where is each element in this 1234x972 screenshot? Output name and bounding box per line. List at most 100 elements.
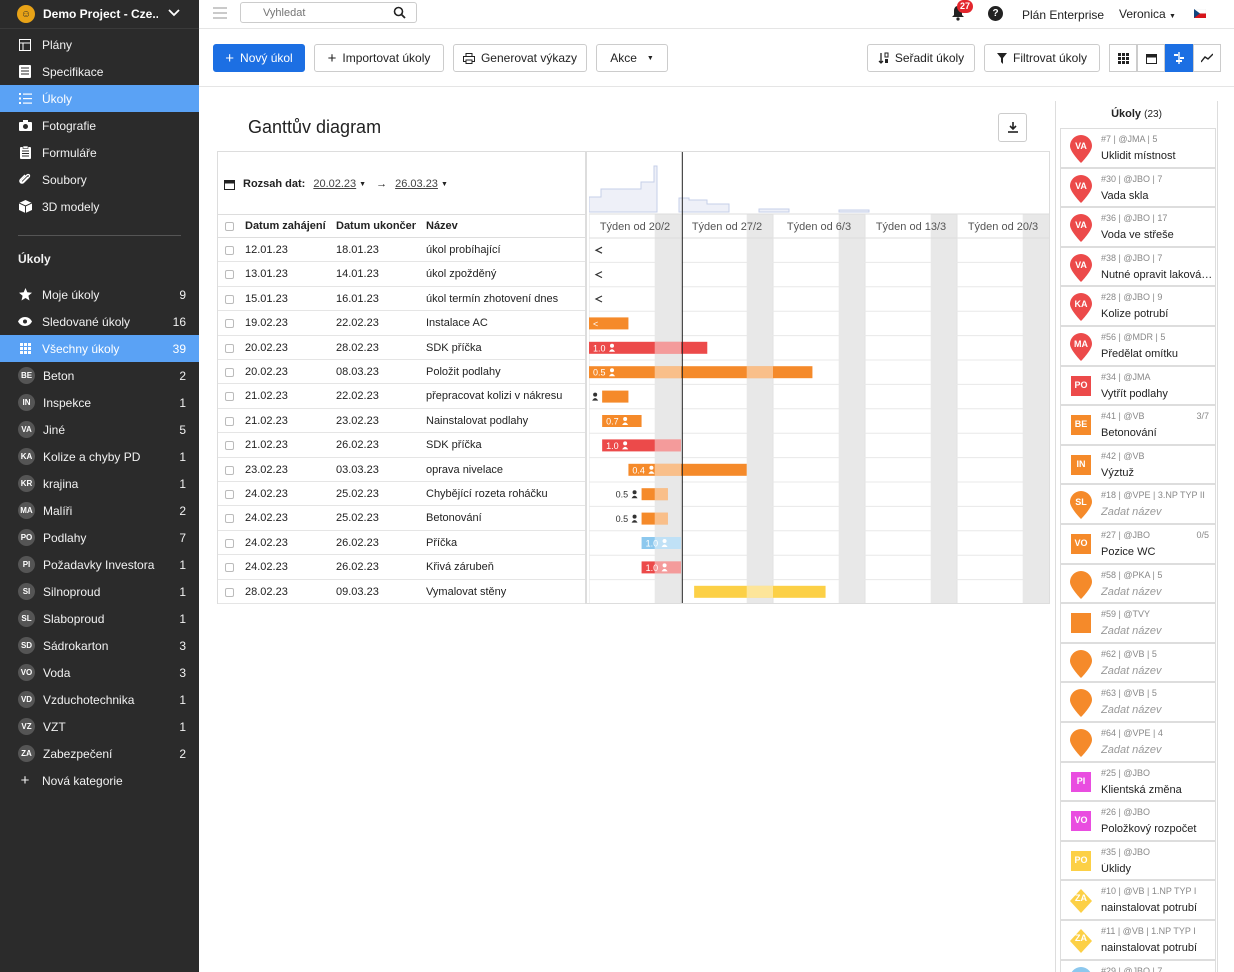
gantt-table-row[interactable]: 21.02.23 26.02.23 SDK příčka [218,433,585,458]
plan-link[interactable]: Plán Enterprise [1022,8,1104,22]
download-button[interactable] [998,113,1027,142]
row-checkbox[interactable] [225,587,234,597]
task-card[interactable]: PO #35 | @JBO Úklidy [1060,840,1216,881]
row-checkbox[interactable] [225,563,234,573]
date-range-from[interactable]: 20.02.23 [313,178,356,190]
sidebar-nav-item[interactable]: Specifikace [0,58,199,85]
header-end-date[interactable]: Datum ukončení [336,220,416,232]
gantt-table-row[interactable]: 20.02.23 28.02.23 SDK příčka [218,336,585,360]
project-switcher[interactable]: ☺ Demo Project - Cze... [0,0,199,29]
task-card[interactable]: ZA #11 | @VB | 1.NP TYP I nainstalovat pot… [1060,920,1216,960]
help-icon[interactable]: ? [988,6,1003,21]
gantt-table-row[interactable]: 24.02.23 25.02.23 Chybějící rozeta roháčku [218,482,585,507]
import-tasks-button[interactable]: + Importovat úkoly [314,44,444,72]
gantt-table-row[interactable]: 23.02.23 03.03.23 oprava nivelace [218,458,585,482]
gantt-table-row[interactable]: 24.02.23 26.02.23 Příčka [218,531,585,556]
row-checkbox[interactable] [225,246,234,255]
task-card[interactable]: PI #25 | @JBO Klientská změna [1060,761,1216,802]
sidebar-category-item[interactable]: Moje úkoly 9 [0,281,199,308]
czech-flag-icon[interactable] [1194,9,1206,18]
header-start-date[interactable]: Datum zahájení [245,220,327,232]
sidebar-category-item[interactable]: VA Jiné 5 [0,416,199,443]
user-menu[interactable]: Veronica ▼ [1119,7,1176,21]
sidebar-category-item[interactable]: SL Slaboproud 1 [0,605,199,632]
sidebar-nav-item[interactable]: Plány [0,31,199,58]
task-card[interactable]: BE #41 | @VB Betonování 3/7 [1060,405,1216,445]
row-checkbox[interactable] [225,270,234,280]
sidebar-nav-item[interactable]: Fotografie [0,112,199,139]
sidebar-category-item[interactable]: Všechny úkoly 39 [0,335,199,362]
sidebar-category-item[interactable]: Sledované úkoly 16 [0,308,199,335]
gantt-table-row[interactable]: 13.01.23 14.01.23 úkol zpožděný [218,262,585,287]
row-checkbox[interactable] [225,343,234,353]
generate-reports-button[interactable]: Generovat výkazy [453,44,587,72]
row-checkbox[interactable] [225,392,234,402]
search-box[interactable] [240,2,417,23]
task-card[interactable]: VO #27 | @JBO Pozice WC 0/5 [1060,524,1216,564]
task-card[interactable]: VA #30 | @JBO | 7 Vada skla [1060,167,1216,208]
task-card[interactable]: #58 | @PKA | 5 Zadat název [1060,563,1216,604]
grid-view-button[interactable] [1109,44,1137,72]
row-checkbox[interactable] [225,416,234,426]
new-task-button[interactable]: + Nový úkol [213,44,305,72]
gantt-table-row[interactable]: 12.01.23 18.01.23 úkol probíhající [218,238,585,263]
task-card[interactable]: IN #42 | @VB Výztuž [1060,444,1216,485]
row-checkbox[interactable] [225,294,234,304]
row-checkbox[interactable] [225,514,234,524]
task-card[interactable]: #63 | @VB | 5 Zadat název [1060,682,1216,722]
task-card[interactable]: VA #36 | @JBO | 17 Voda ve střeše [1060,207,1216,247]
sidebar-category-item[interactable]: MA Malíři 2 [0,497,199,524]
sidebar-category-item[interactable]: KA Kolize a chyby PD 1 [0,443,199,470]
task-card[interactable]: #59 | @TVY Zadat název [1060,603,1216,643]
gantt-table-row[interactable]: 20.02.23 08.03.23 Položit podlahy [218,360,585,385]
sidebar-category-item[interactable]: VD Vzduchotechnika 1 [0,686,199,713]
gantt-table-row[interactable]: 24.02.23 26.02.23 Křivá zárubeň [218,555,585,580]
hamburger-menu-icon[interactable] [213,7,227,19]
sidebar-category-item[interactable]: SD Sádrokarton 3 [0,632,199,659]
task-card[interactable]: VA #7 | @JMA | 5 Uklidit místnost [1060,128,1216,168]
task-card[interactable]: #29 | @JBO | 7 [1060,959,1216,972]
gantt-table-row[interactable]: 19.02.23 22.02.23 Instalace AC [218,311,585,336]
sidebar-category-item[interactable]: KR krajina 1 [0,470,199,497]
row-checkbox[interactable] [225,441,234,451]
gantt-table-row[interactable]: 24.02.23 25.02.23 Betonování [218,506,585,531]
row-checkbox[interactable] [225,319,234,329]
row-checkbox[interactable] [225,490,234,499]
task-card[interactable]: ZA #10 | @VB | 1.NP TYP I nainstalovat pot… [1060,880,1216,920]
task-card[interactable]: PO #34 | @JMA Vytřít podlahy [1060,365,1216,406]
actions-dropdown[interactable]: Akce ▼ [596,44,668,72]
sidebar-category-item[interactable]: VO Voda 3 [0,659,199,686]
row-checkbox[interactable] [225,465,234,475]
task-card[interactable]: #64 | @VPE | 4 Zadat název [1060,722,1216,762]
sidebar-category-item[interactable]: BE Beton 2 [0,362,199,389]
select-all-checkbox[interactable] [225,222,234,231]
new-category-button[interactable]: + Nová kategorie [0,767,199,794]
sort-tasks-button[interactable]: Seřadit úkoly [867,44,975,72]
sidebar-category-item[interactable]: PO Podlahy 7 [0,524,199,551]
sidebar-category-item[interactable]: PI Požadavky Investora 1 [0,551,199,578]
sidebar-nav-item[interactable]: Formuláře [0,139,199,166]
sidebar-category-item[interactable]: SI Silnoproud 1 [0,578,199,605]
gantt-table-row[interactable]: 15.01.23 16.01.23 úkol termín zhotovení dn… [218,287,585,312]
sidebar-category-item[interactable]: IN Inspekce 1 [0,389,199,416]
header-name[interactable]: Název [426,220,458,232]
filter-tasks-button[interactable]: Filtrovat úkoly [984,44,1100,72]
gantt-table-row[interactable]: 21.02.23 23.02.23 Nainstalovat podlahy [218,409,585,434]
task-card[interactable]: SL #18 | @VPE | 3.NP TYP II Zadat název [1060,484,1216,524]
sidebar-category-item[interactable]: ZA Zabezpečení 2 [0,740,199,767]
calendar-view-button[interactable] [1137,44,1165,72]
gantt-table-row[interactable]: 28.02.23 09.03.23 Vymalovat stěny [218,580,585,604]
gantt-view-button[interactable] [1165,44,1193,72]
gantt-table-row[interactable]: 21.02.23 22.02.23 přepracovat kolizi v nák… [218,384,585,409]
sidebar-nav-item[interactable]: 3D modely [0,193,199,220]
task-card[interactable]: VO #26 | @JBO Položkový rozpočet [1060,801,1216,841]
sidebar-nav-item[interactable]: Úkoly [0,85,199,112]
sidebar-category-item[interactable]: VZ VZT 1 [0,713,199,740]
row-checkbox[interactable] [225,368,234,377]
task-card[interactable]: MA #56 | @MDR | 5 Předělat omítku [1060,326,1216,366]
task-card[interactable]: VA #38 | @JBO | 7 Nutné opravit laková… [1060,246,1216,287]
search-input[interactable] [241,3,381,22]
date-range-to[interactable]: 26.03.23 [395,178,438,190]
task-card[interactable]: #62 | @VB | 5 Zadat název [1060,642,1216,683]
sidebar-nav-item[interactable]: Soubory [0,166,199,193]
